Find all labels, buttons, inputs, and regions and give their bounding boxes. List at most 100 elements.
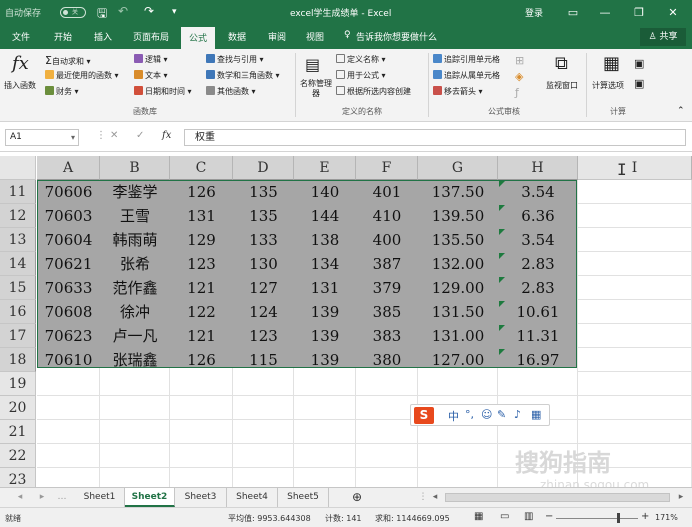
cell[interactable]: 徐冲 [100,300,170,324]
sheet-tab-4[interactable]: Sheet4 [227,488,278,507]
cell[interactable]: 138 [294,228,356,252]
cell[interactable]: 122 [170,300,233,324]
enter-icon[interactable]: ✓ [136,130,144,141]
calc-now-icon[interactable]: ▣ [634,57,644,70]
column-header-b[interactable]: B [100,156,170,180]
cell[interactable]: 2.83 [498,276,578,300]
cell[interactable]: 王雪 [100,204,170,228]
customize-icon[interactable]: ▾ [172,7,177,17]
sheet-tab-5[interactable]: Sheet5 [278,488,329,507]
row-header[interactable]: 16 [0,300,36,324]
select-all-corner[interactable] [0,156,36,180]
cell[interactable]: 131.50 [418,300,498,324]
ime-toolbar[interactable]: S 中 °, ☺ ✎ ♪ ▦ [410,404,550,426]
sheet-tab-1[interactable]: Sheet1 [75,488,125,507]
recent-functions-button[interactable]: 最近使用的函数 ▾ [45,70,119,81]
column-header-f[interactable]: F [356,156,418,180]
cell[interactable]: 卢一凡 [100,324,170,348]
add-sheet-icon[interactable]: ⊕ [345,488,369,507]
cell[interactable]: 127.00 [418,348,498,372]
cell[interactable]: 张瑞鑫 [100,348,170,372]
cell[interactable]: 133 [233,228,294,252]
row-header[interactable]: 22 [0,444,36,468]
cell[interactable]: 137.50 [418,180,498,204]
column-header-a[interactable]: A [37,156,100,180]
horizontal-scrollbar[interactable] [445,493,670,502]
cell[interactable]: 139 [294,300,356,324]
calc-sheet-icon[interactable]: ▣ [634,77,644,90]
cell[interactable]: 126 [170,180,233,204]
cell[interactable]: 121 [170,324,233,348]
tab-file[interactable]: 文件 [12,30,30,43]
tab-data[interactable]: 数据 [228,30,246,43]
cell[interactable]: 144 [294,204,356,228]
cell[interactable]: 130 [233,252,294,276]
tab-formulas[interactable]: 公式 [181,27,216,49]
cell[interactable]: 115 [233,348,294,372]
autosum-button[interactable]: Σ自动求和 ▾ [45,54,91,67]
cell[interactable]: 132.00 [418,252,498,276]
watch-window-icon[interactable]: ⧉ [555,53,568,74]
financial-button[interactable]: 财务 ▾ [45,86,79,97]
cell[interactable]: 3.54 [498,180,578,204]
error-checking-icon[interactable]: ◈ [515,70,523,83]
cell[interactable]: 李鉴学 [100,180,170,204]
next-sheet-icon[interactable]: ▸ [32,488,52,507]
cell[interactable]: 135 [233,180,294,204]
cell[interactable]: 140 [294,180,356,204]
cell[interactable]: 韩雨萌 [100,228,170,252]
cell[interactable]: 131.00 [418,324,498,348]
zoom-out-icon[interactable]: − [545,511,553,522]
zoom-level[interactable]: 171% [655,513,678,522]
cell[interactable]: 3.54 [498,228,578,252]
use-in-formula-button[interactable]: 用于公式 ▾ [336,70,386,81]
row-header[interactable]: 15 [0,276,36,300]
name-box[interactable]: A1 [5,129,79,146]
cancel-icon[interactable]: ✕ [110,130,118,141]
row-header[interactable]: 21 [0,420,36,444]
collapse-ribbon-icon[interactable]: ⌃ [677,106,685,116]
toolbox-icon[interactable]: ▦ [531,408,541,421]
cell[interactable]: 135 [233,204,294,228]
math-button[interactable]: 数学和三角函数 ▾ [206,70,280,81]
column-header-c[interactable]: C [170,156,233,180]
show-formulas-icon[interactable]: ⊞ [515,54,524,67]
column-header-h[interactable]: H [498,156,578,180]
undo-icon[interactable]: ↶ [118,4,128,18]
punctuation-icon[interactable]: °, [465,408,474,421]
autosave-toggle[interactable]: 关 [60,7,86,18]
cell[interactable]: 127 [233,276,294,300]
create-from-selection-button[interactable]: 根据所选内容创建 [336,86,411,97]
calculator-icon[interactable]: ▦ [603,53,620,74]
prev-sheet-icon[interactable]: ◂ [10,488,30,507]
text-button[interactable]: 文本 ▾ [134,70,168,81]
row-header[interactable]: 23 [0,468,36,487]
row-header[interactable]: 12 [0,204,36,228]
cell[interactable]: 131 [170,204,233,228]
cell[interactable]: 387 [356,252,418,276]
remove-arrows-button[interactable]: 移去箭头 ▾ [433,86,483,97]
formula-input[interactable]: 权重 [184,129,686,146]
cell[interactable]: 70603 [37,204,100,228]
define-name-button[interactable]: 定义名称 ▾ [336,54,386,65]
column-header-i[interactable]: I [578,156,692,180]
cell[interactable]: 123 [170,252,233,276]
insert-function-fx[interactable]: fx [162,130,171,141]
row-header[interactable]: 18 [0,348,36,372]
cell[interactable]: 410 [356,204,418,228]
column-header-e[interactable]: E [294,156,356,180]
restore-icon[interactable]: ❐ [624,0,654,25]
cell[interactable]: 135.50 [418,228,498,252]
insert-function-button[interactable]: 插入函数 [4,80,36,91]
cell[interactable]: 10.61 [498,300,578,324]
cell[interactable]: 70623 [37,324,100,348]
zoom-slider-thumb[interactable] [617,513,620,523]
tab-view[interactable]: 视图 [306,30,324,43]
zoom-slider[interactable] [556,518,638,519]
cell[interactable]: 11.31 [498,324,578,348]
tab-home[interactable]: 开始 [54,30,72,43]
minimize-icon[interactable]: — [590,0,620,25]
tabs-splitter[interactable]: ⋮ [418,488,428,507]
sheet-tab-3[interactable]: Sheet3 [175,488,227,507]
cell[interactable]: 70604 [37,228,100,252]
